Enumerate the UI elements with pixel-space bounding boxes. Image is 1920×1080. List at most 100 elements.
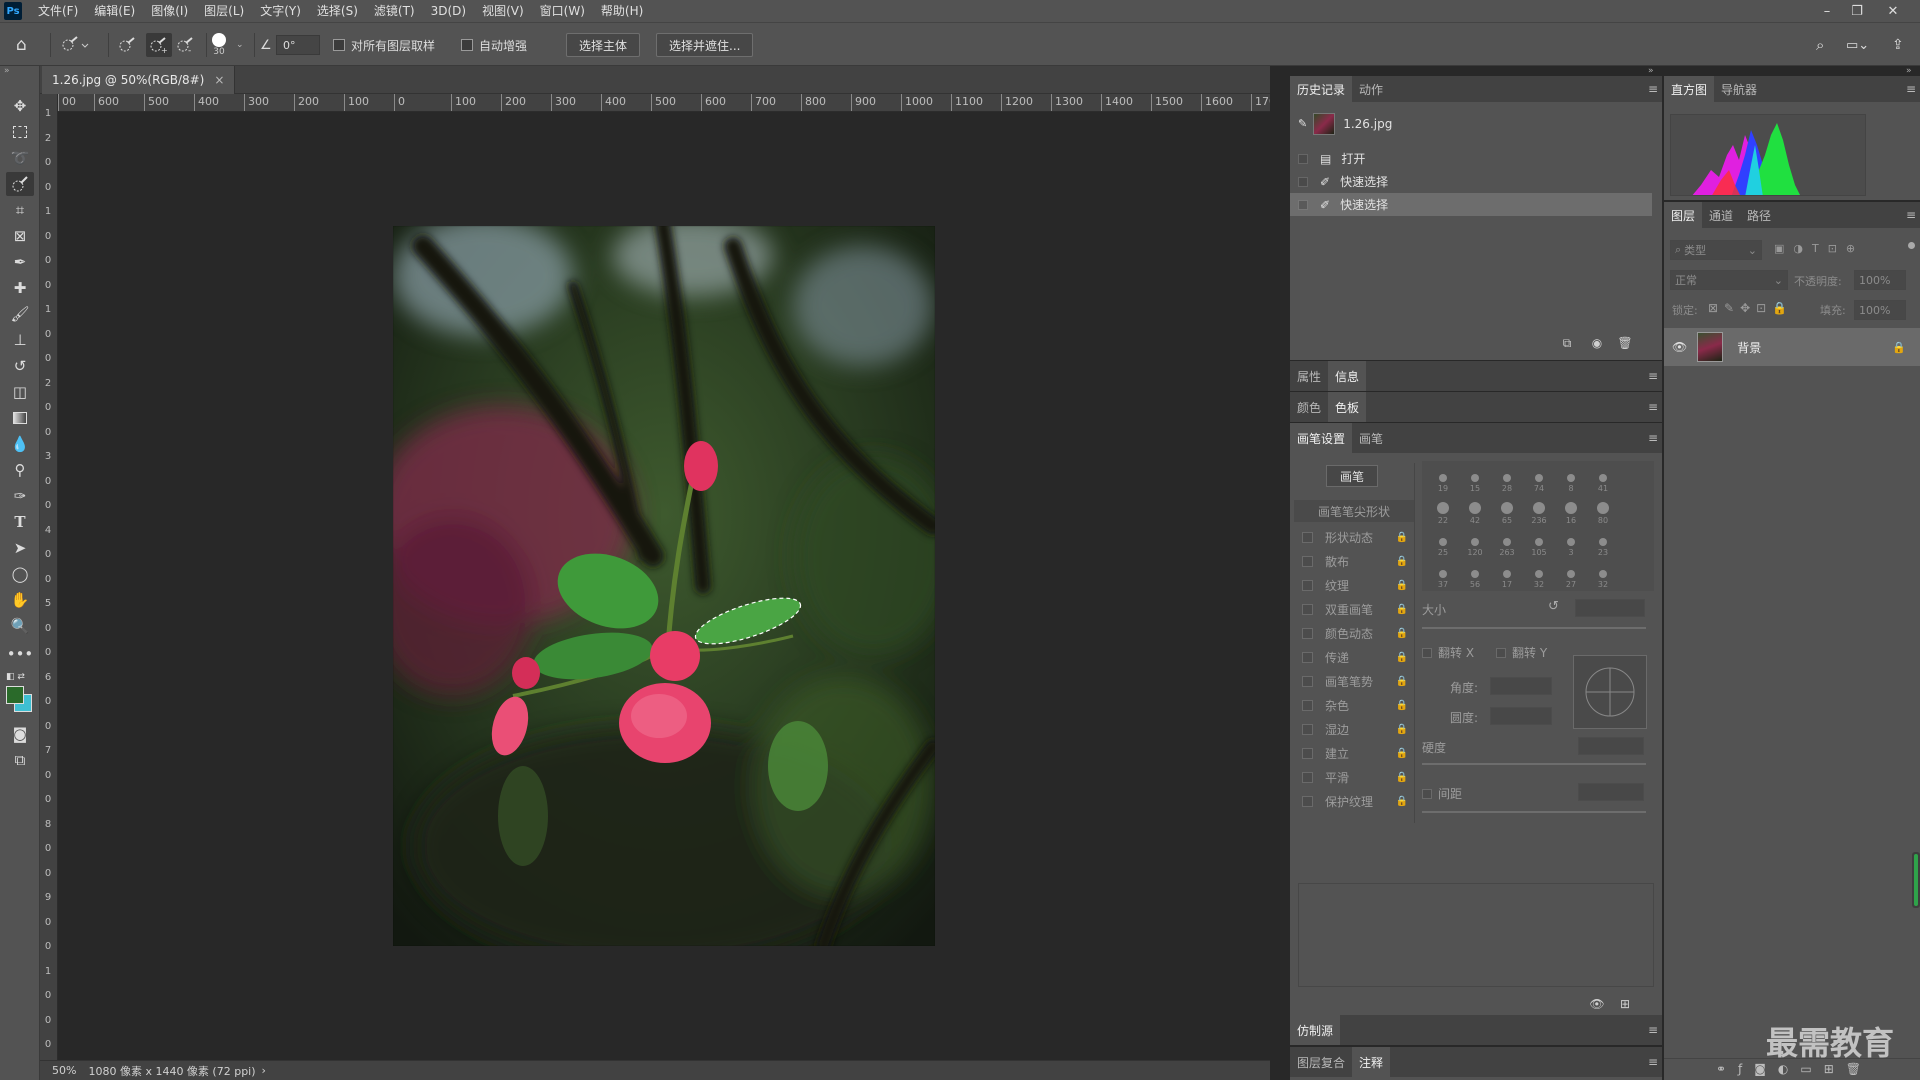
history-item[interactable]: ▤ 打开 [1290,147,1662,170]
lock-icons[interactable]: ⊠✎✥⊡🔒 [1708,301,1793,315]
panel-menu-icon[interactable]: ≡ [1648,1055,1658,1069]
hand-tool-icon[interactable]: ✋ [6,588,34,612]
lock-icon[interactable]: 🔒 [1396,700,1408,711]
flip-y-checkbox[interactable]: 翻转 Y [1496,644,1547,661]
brush-preset[interactable]: 8 [1556,463,1586,493]
eyedropper-tool-icon[interactable]: ✒ [6,250,34,274]
layer-filter-select[interactable]: ⌕ 类型 ⌄ [1670,240,1762,260]
crop-tool-icon[interactable]: ⌗ [6,198,34,222]
brush-preset[interactable]: 41 [1588,463,1618,493]
document-tab[interactable]: 1.26.jpg @ 50%(RGB/8#) × [42,66,236,94]
reset-size-icon[interactable]: ↺ [1548,599,1559,614]
brush-option-row[interactable]: 纹理 🔒 [1294,573,1414,597]
spacing-input[interactable] [1578,783,1644,801]
tab-properties[interactable]: 属性 [1290,361,1328,391]
tab-info[interactable]: 信息 [1328,361,1367,391]
more-tools-icon[interactable]: ••• [6,642,34,666]
move-tool-icon[interactable]: ✥ [6,94,34,118]
brush-preset[interactable]: 15 [1460,463,1490,493]
menu-item[interactable]: 编辑(E) [86,0,143,22]
angle-input[interactable]: 0° [276,35,320,55]
brush-preset[interactable]: 80 [1588,495,1618,525]
history-item[interactable]: ✐ 快速选择 [1290,170,1662,193]
lock-icon[interactable]: 🔒 [1396,532,1408,543]
menu-item[interactable]: 滤镜(T) [366,0,423,22]
brush-preset[interactable]: 32 [1524,559,1554,589]
new-selection-mode[interactable] [118,23,138,67]
healing-brush-tool-icon[interactable]: ✚ [6,276,34,300]
lock-icon[interactable]: 🔒 [1396,628,1408,639]
quick-selection-tool-icon[interactable] [6,172,34,196]
panel-menu-icon[interactable]: ≡ [1906,208,1916,222]
tab-brushes[interactable]: 画笔 [1352,423,1390,453]
close-tab-icon[interactable]: × [214,73,224,87]
layer-action-icons[interactable]: ⚭ƒ◙◐▭⊞🗑 [1716,1062,1873,1076]
auto-enhance-checkbox[interactable]: 自动增强 [461,23,527,67]
flip-x-checkbox[interactable]: 翻转 X [1422,644,1474,661]
tab-layer-comps[interactable]: 图层复合 [1290,1047,1352,1077]
eraser-tool-icon[interactable]: ◫ [6,380,34,404]
tab-actions[interactable]: 动作 [1352,76,1390,102]
panel-menu-icon[interactable]: ≡ [1648,431,1658,445]
tab-notes[interactable]: 注释 [1352,1047,1391,1077]
ellipse-tool-icon[interactable]: ◯ [6,562,34,586]
zoom-tool-icon[interactable]: 🔍 [6,614,34,638]
tab-channels[interactable]: 通道 [1702,202,1740,228]
search-icon[interactable]: ⌕ [1816,23,1824,67]
tab-color[interactable]: 颜色 [1290,392,1328,422]
fill-input[interactable]: 100% [1854,300,1906,320]
blend-mode-select[interactable]: 正常 ⌄ [1670,270,1788,290]
quick-mask-icon[interactable]: ◙ [6,722,34,746]
chevron-right-icon[interactable]: › [262,1064,266,1077]
new-document-from-state-icon[interactable]: ⧉ [1558,334,1576,352]
brush-preset[interactable]: 28 [1492,463,1522,493]
brush-preset[interactable]: 3 [1556,527,1586,557]
panel-menu-icon[interactable]: ≡ [1648,400,1658,414]
brush-option-row[interactable]: 画笔笔势 🔒 [1294,669,1414,693]
foreground-color-swatch[interactable] [6,686,24,704]
panel-menu-icon[interactable]: ≡ [1648,82,1658,96]
minimize-icon[interactable]: – [1812,0,1842,22]
menu-item[interactable]: 图像(I) [143,0,196,22]
menu-item[interactable]: 帮助(H) [593,0,651,22]
brush-option-row[interactable]: 双重画笔 🔒 [1294,597,1414,621]
layer-row[interactable]: 👁 背景 🔒 [1664,328,1920,366]
brush-preset[interactable]: 263 [1492,527,1522,557]
lock-icon[interactable]: 🔒 [1396,580,1408,591]
toggle-preview-icon[interactable]: 👁 [1588,995,1606,1013]
menu-item[interactable]: 文件(F) [30,0,86,22]
tab-clone-source[interactable]: 仿制源 [1290,1015,1341,1045]
brush-preset[interactable]: 17 [1492,559,1522,589]
document-image[interactable] [393,226,935,946]
lock-icon[interactable]: 🔒 [1396,724,1408,735]
lock-icon[interactable]: 🔒 [1396,748,1408,759]
brush-tool-icon[interactable]: 🖌 [6,302,34,326]
brush-angle-widget[interactable] [1573,655,1647,729]
menu-item[interactable]: 3D(D) [423,0,474,22]
brush-preset[interactable]: 74 [1524,463,1554,493]
history-brush-tool-icon[interactable]: ↺ [6,354,34,378]
layer-filter-icons[interactable]: ▣◑T⊡⊕ [1774,242,1864,255]
home-icon[interactable]: ⌂ [16,23,27,67]
tab-brush-settings[interactable]: 画笔设置 [1290,423,1353,453]
size-slider[interactable] [1422,627,1646,629]
tab-history[interactable]: 历史记录 [1290,76,1353,102]
select-subject-button[interactable]: 选择主体 [566,33,641,57]
new-brush-preset-icon[interactable]: ⊞ [1616,995,1634,1013]
trash-icon[interactable]: 🗑 [1616,334,1634,352]
hardness-slider[interactable] [1422,763,1646,765]
brush-preset[interactable]: 19 [1428,463,1458,493]
brush-size-picker[interactable]: 30 [212,23,226,67]
type-tool-icon[interactable]: T [6,510,34,534]
lock-icon[interactable]: 🔒 [1396,796,1408,807]
brushes-button[interactable]: 画笔 [1326,465,1378,487]
eye-icon[interactable]: 👁 [1672,340,1687,354]
roundness-field[interactable] [1490,707,1552,725]
tab-navigator[interactable]: 导航器 [1714,76,1764,102]
lock-icon[interactable]: 🔒 [1396,772,1408,783]
menu-item[interactable]: 图层(L) [196,0,252,22]
brush-tip-shape[interactable]: 画笔笔尖形状 [1294,500,1414,522]
lock-icon[interactable]: 🔒 [1396,604,1408,615]
brush-preset[interactable]: 42 [1460,495,1490,525]
lock-icon[interactable]: 🔒 [1396,676,1408,687]
